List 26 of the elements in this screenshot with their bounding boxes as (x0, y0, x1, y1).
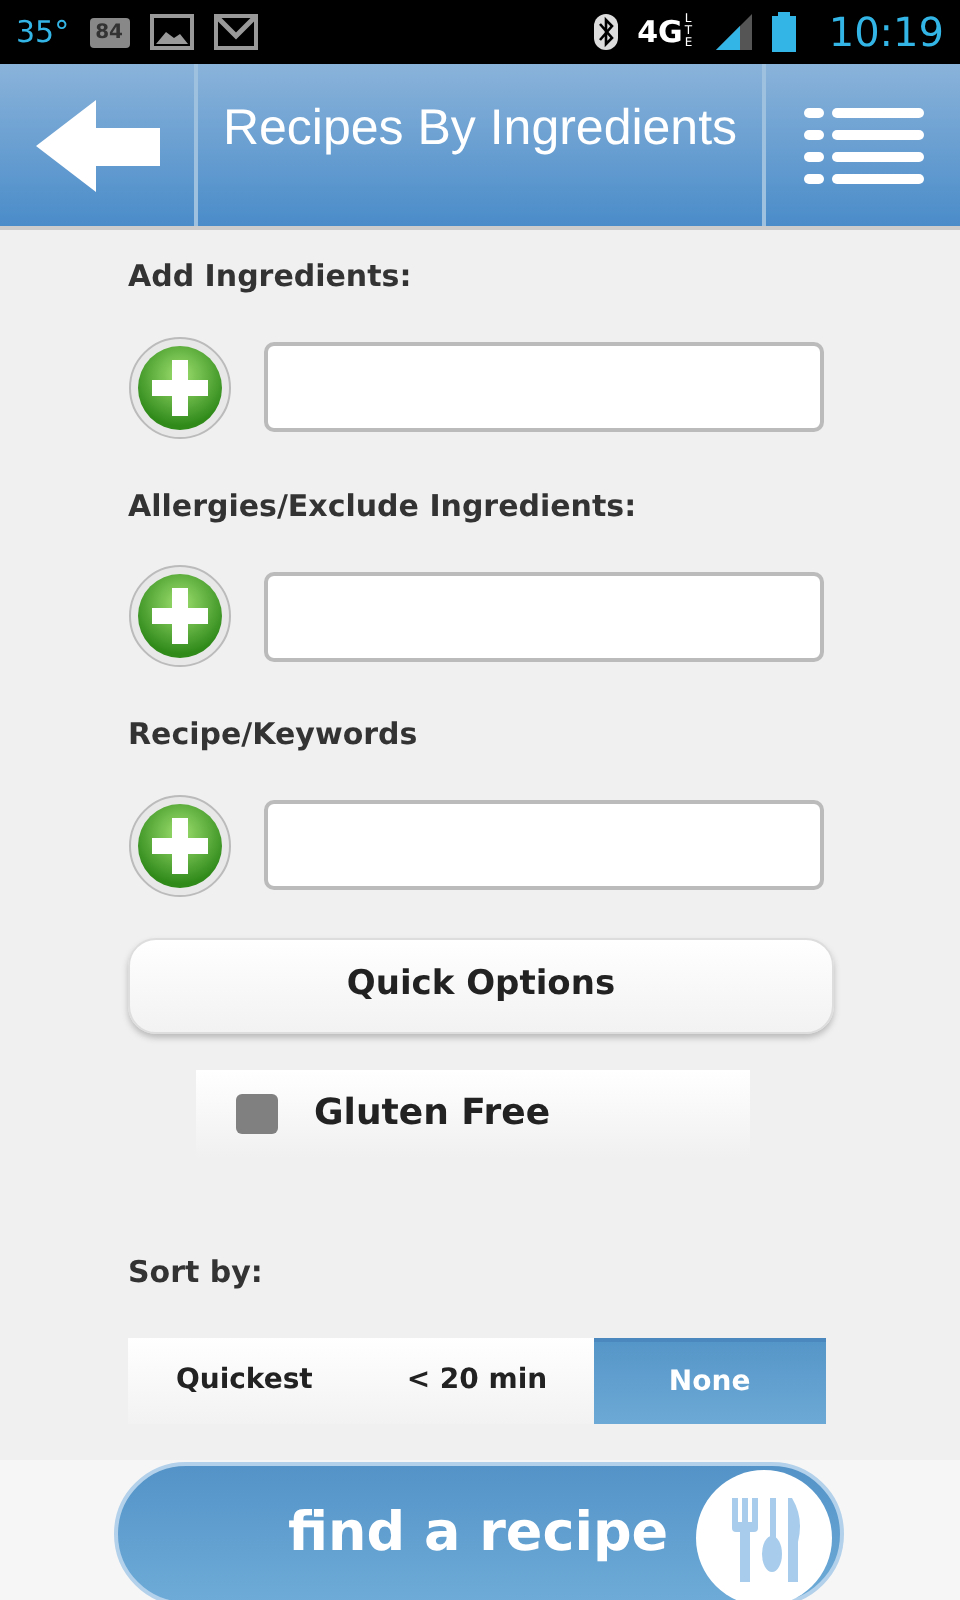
notification-badge: 84 (89, 17, 130, 47)
image-icon (149, 14, 194, 50)
bluetooth-icon (593, 14, 618, 50)
field-label: Recipe/Keywords (128, 714, 420, 756)
add-button[interactable] (128, 335, 232, 439)
signal-icon (716, 14, 753, 50)
option-label: Gluten Free (314, 1090, 551, 1138)
back-arrow-icon (35, 99, 159, 191)
field-label: Add Ingredients: (128, 256, 414, 298)
text-input-field[interactable] (264, 342, 824, 432)
screen-title: Recipes By Ingredients (194, 64, 766, 226)
text-input-field[interactable] (264, 571, 824, 661)
mail-icon (213, 14, 258, 50)
text-input-field[interactable] (264, 800, 824, 890)
temperature-text: 35° (16, 11, 70, 54)
clock-time: 10:19 (828, 6, 944, 60)
checkbox[interactable] (236, 1093, 278, 1133)
list-menu-icon (803, 107, 923, 183)
sort-label: Sort by: (128, 1251, 265, 1293)
quick-options-button[interactable]: Quick Options (128, 937, 834, 1033)
network-text: 4G (637, 11, 683, 54)
add-button[interactable] (128, 793, 232, 897)
field-label: Allergies/Exclude Ingredients: (128, 485, 639, 527)
add-button[interactable] (128, 564, 232, 668)
cutlery-icon (696, 1470, 832, 1600)
battery-icon (772, 12, 797, 52)
